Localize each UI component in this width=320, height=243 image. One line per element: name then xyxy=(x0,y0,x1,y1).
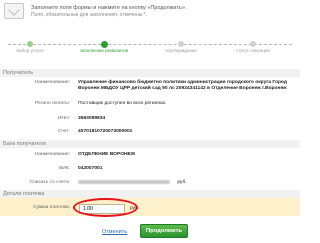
account-label: Счет: xyxy=(57,129,70,134)
step-dot xyxy=(178,41,184,47)
payment-section-title: Детали платежа xyxy=(0,190,300,198)
page-header: Заполните поля формы и нажмите на кнопку… xyxy=(0,0,300,30)
recipient-name-value: Управление финансово бюджетно политики а… xyxy=(78,80,287,91)
header-title: Заполните поля формы и нажмите на кнопку… xyxy=(31,5,187,11)
cancel-link[interactable]: Отменить xyxy=(102,229,127,235)
bank-name-label: Наименование: xyxy=(34,152,70,157)
recipient-section-title: Получатель xyxy=(0,69,300,77)
recipient-name-label: Наименование: xyxy=(34,80,70,85)
region-value: Поставщик доступен во всех регионах. xyxy=(78,101,167,106)
header-instructions: Заполните поля формы и нажмите на кнопку… xyxy=(31,5,186,18)
form-envelope-icon xyxy=(4,3,24,19)
bank-name-value: ОТДЕЛЕНИЕ ВОРОНЕЖ xyxy=(78,152,136,157)
header-subtitle: Поля, обязательные для заполнения, отмеч… xyxy=(31,11,148,18)
step-label: подтверждение xyxy=(165,48,197,53)
redacted-account xyxy=(78,180,170,184)
step-label: заполнение реквизитов xyxy=(80,48,128,53)
continue-button[interactable]: Продолжить xyxy=(140,224,188,238)
account-value: 40701810720073000001 xyxy=(78,129,133,134)
bik-label: БИК: xyxy=(59,166,70,171)
inn-value: 3663089834 xyxy=(78,116,106,121)
inn-label: ИНН: xyxy=(58,116,70,121)
bik-value: 042007001 xyxy=(78,166,103,171)
step-dot xyxy=(250,41,256,47)
debit-currency: руб. xyxy=(177,180,187,186)
debit-account-label: Списать со счета: xyxy=(29,180,70,185)
region-label: Регион оплаты: xyxy=(34,101,70,106)
highlight-ellipse xyxy=(73,198,138,217)
step-label: статус операции xyxy=(236,48,270,53)
bank-section-title: Банк получателя xyxy=(0,140,300,148)
sum-label: Сумма платежа: xyxy=(32,205,70,210)
debit-account-select[interactable]: руб. xyxy=(78,180,187,185)
step-dot xyxy=(27,41,33,47)
step-label: выбор услуги xyxy=(16,48,44,53)
step-dot xyxy=(100,40,108,48)
progress-steps: выбор услуги заполнение реквизитов подтв… xyxy=(0,39,300,57)
